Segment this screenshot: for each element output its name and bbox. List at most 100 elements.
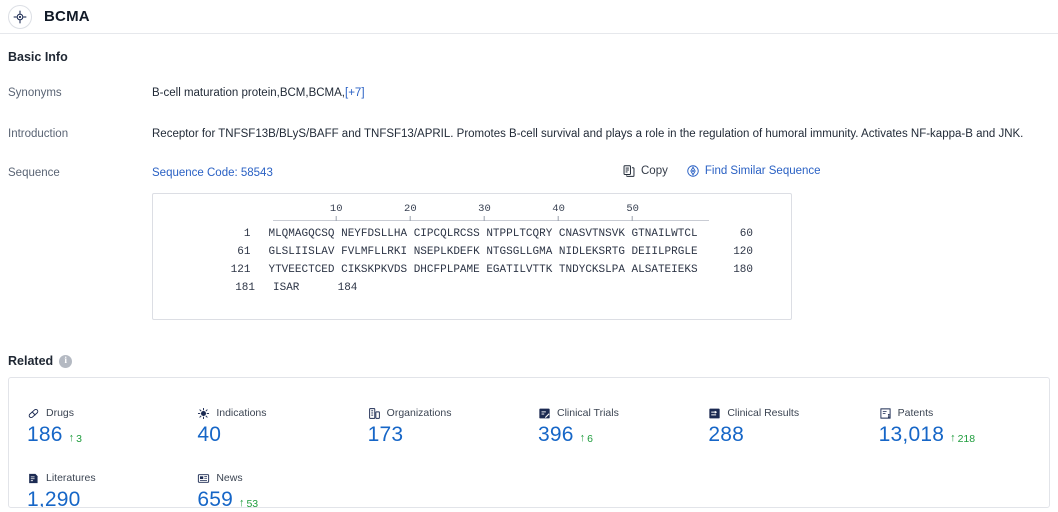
sequence-line: 181 ISAR 184 bbox=[153, 279, 791, 297]
related-card-header: Indications bbox=[197, 406, 367, 420]
basic-info-heading: Basic Info bbox=[8, 50, 68, 64]
find-similar-label: Find Similar Sequence bbox=[704, 165, 821, 177]
sequence-code-link[interactable]: Sequence Code: 58543 bbox=[152, 165, 273, 181]
related-card-value: 288 bbox=[708, 423, 744, 446]
copy-button[interactable]: Copy bbox=[622, 163, 668, 179]
sequence-ruler: 10 20 30 40 50 bbox=[273, 203, 709, 225]
related-card-indications[interactable]: Indications 40 bbox=[197, 406, 367, 447]
related-card-delta-value: 218 bbox=[957, 432, 976, 445]
sequence-row: Sequence Sequence Code: 58543 Copy Find … bbox=[0, 165, 1058, 181]
related-card-label: Patents bbox=[897, 407, 934, 419]
related-card-body: 13,018 ↑ 218 bbox=[879, 423, 1049, 447]
sequence-start-index: 1 bbox=[243, 228, 251, 240]
ruler-tick: 50 bbox=[626, 203, 639, 221]
sequence-line: 61 GLSLIISLAV FVLMFLLRKI NSEPLKDEFK NTGS… bbox=[153, 243, 791, 261]
related-card-label: Clinical Trials bbox=[556, 407, 619, 419]
ruler-tick: 20 bbox=[404, 203, 417, 221]
introduction-label: Introduction bbox=[8, 128, 69, 140]
synonyms-label: Synonyms bbox=[8, 87, 62, 99]
organization-icon bbox=[368, 407, 381, 420]
find-similar-sequence-button[interactable]: Find Similar Sequence bbox=[686, 163, 821, 179]
sequence-label: Sequence bbox=[8, 167, 60, 179]
clinical-result-icon bbox=[708, 407, 721, 420]
arrow-up-icon: ↑ bbox=[579, 432, 586, 444]
related-card-body: 186 ↑ 3 bbox=[27, 423, 197, 447]
sequence-content: 10 20 30 40 50 1 MLQMAGQCSQ NEYFDSLLHA C… bbox=[153, 194, 791, 297]
related-card-delta-value: 6 bbox=[587, 432, 593, 445]
sequence-start-index: 61 bbox=[237, 246, 251, 258]
page-header: BCMA bbox=[0, 0, 1058, 34]
related-card-delta: ↑ 3 bbox=[69, 433, 82, 445]
related-card-body: 288 bbox=[708, 423, 878, 447]
related-card-header: Clinical Trials bbox=[538, 406, 708, 420]
virus-icon bbox=[197, 407, 210, 420]
related-card-value: 186 bbox=[27, 423, 63, 446]
sequence-start-index: 181 bbox=[235, 282, 255, 294]
related-card-header: Literatures bbox=[27, 471, 197, 485]
related-card-header: Clinical Results bbox=[708, 406, 878, 420]
related-card-label: Organizations bbox=[386, 407, 452, 419]
related-card-value: 13,018 bbox=[878, 423, 945, 446]
copy-label: Copy bbox=[641, 165, 668, 177]
sequence-residues: ISAR bbox=[273, 282, 300, 294]
related-card-value: 40 bbox=[197, 423, 222, 446]
introduction-row: Introduction Receptor for TNFSF13B/BLyS/… bbox=[0, 126, 1058, 142]
related-card-header: News bbox=[197, 471, 367, 485]
related-card-patents[interactable]: Patents 13,018 ↑ 218 bbox=[879, 406, 1049, 447]
literature-icon bbox=[27, 472, 40, 485]
related-card-body: 659 ↑ 53 bbox=[197, 488, 367, 508]
synonyms-text: B-cell maturation protein,BCM,BCMA, bbox=[152, 87, 346, 99]
related-card-value: 173 bbox=[367, 423, 404, 446]
related-panel: Drugs 186 ↑ 3 Indications 40 Organizatio… bbox=[8, 377, 1050, 508]
related-card-header: Drugs bbox=[27, 406, 197, 420]
clinical-trial-icon bbox=[538, 407, 551, 420]
sequence-residues: YTVEECTCED CIKSKPKVDS DHCFPLPAME EGATILV… bbox=[268, 264, 698, 276]
patent-icon bbox=[879, 407, 892, 420]
related-card-header: Patents bbox=[879, 406, 1049, 420]
related-heading: Related i bbox=[8, 354, 73, 368]
news-icon bbox=[197, 472, 210, 485]
related-card-body: 396 ↑ 6 bbox=[538, 423, 708, 447]
pill-icon bbox=[27, 407, 40, 420]
sequence-panel: 10 20 30 40 50 1 MLQMAGQCSQ NEYFDSLLHA C… bbox=[152, 193, 792, 320]
find-similar-icon bbox=[686, 164, 700, 178]
related-card-drugs[interactable]: Drugs 186 ↑ 3 bbox=[27, 406, 197, 447]
related-card-body: 1,290 bbox=[27, 488, 197, 508]
related-card-header: Organizations bbox=[368, 406, 538, 420]
synonyms-value: B-cell maturation protein,BCM,BCMA,[+7] bbox=[152, 85, 365, 101]
related-card-clinical-results[interactable]: Clinical Results 288 bbox=[708, 406, 878, 447]
related-card-label: Literatures bbox=[46, 472, 96, 484]
related-card-label: Drugs bbox=[46, 407, 75, 419]
sequence-start-index: 121 bbox=[230, 264, 251, 276]
related-card-delta: ↑ 6 bbox=[580, 433, 593, 445]
synonyms-more-link[interactable]: [+7] bbox=[345, 87, 365, 99]
related-card-clinical-trials[interactable]: Clinical Trials 396 ↑ 6 bbox=[538, 406, 708, 447]
arrow-up-icon: ↑ bbox=[950, 432, 956, 444]
arrow-up-icon: ↑ bbox=[68, 432, 75, 444]
related-card-delta: ↑ 53 bbox=[239, 498, 258, 508]
related-grid: Drugs 186 ↑ 3 Indications 40 Organizatio… bbox=[9, 378, 1049, 508]
ruler-tick: 30 bbox=[478, 203, 491, 221]
related-card-delta-value: 3 bbox=[76, 432, 82, 445]
related-card-body: 173 bbox=[368, 423, 538, 447]
synonyms-row: Synonyms B-cell maturation protein,BCM,B… bbox=[0, 85, 1058, 101]
page-title: BCMA bbox=[44, 8, 90, 25]
target-icon bbox=[8, 4, 32, 29]
sequence-end-index: 120 bbox=[733, 246, 753, 258]
copy-icon bbox=[622, 164, 636, 178]
sequence-header: Sequence Code: 58543 Copy Find Similar S… bbox=[152, 165, 1058, 181]
sequence-end-index: 184 bbox=[337, 282, 358, 294]
related-card-value: 396 bbox=[537, 423, 574, 446]
sequence-line: 1 MLQMAGQCSQ NEYFDSLLHA CIPCQLRCSS NTPPL… bbox=[153, 225, 791, 243]
sequence-end-index: 60 bbox=[739, 228, 753, 240]
related-card-news[interactable]: News 659 ↑ 53 bbox=[197, 471, 367, 508]
related-card-organizations[interactable]: Organizations 173 bbox=[368, 406, 538, 447]
ruler-tick: 10 bbox=[330, 203, 343, 221]
introduction-value: Receptor for TNFSF13B/BLyS/BAFF and TNFS… bbox=[152, 128, 1024, 140]
related-card-literatures[interactable]: Literatures 1,290 bbox=[27, 471, 197, 508]
related-card-value: 659 bbox=[197, 488, 233, 508]
info-icon[interactable]: i bbox=[59, 354, 73, 368]
related-card-value: 1,290 bbox=[27, 488, 81, 508]
sequence-residues: MLQMAGQCSQ NEYFDSLLHA CIPCQLRCSS NTPPLTC… bbox=[268, 228, 698, 240]
ruler-tick: 40 bbox=[552, 203, 565, 221]
